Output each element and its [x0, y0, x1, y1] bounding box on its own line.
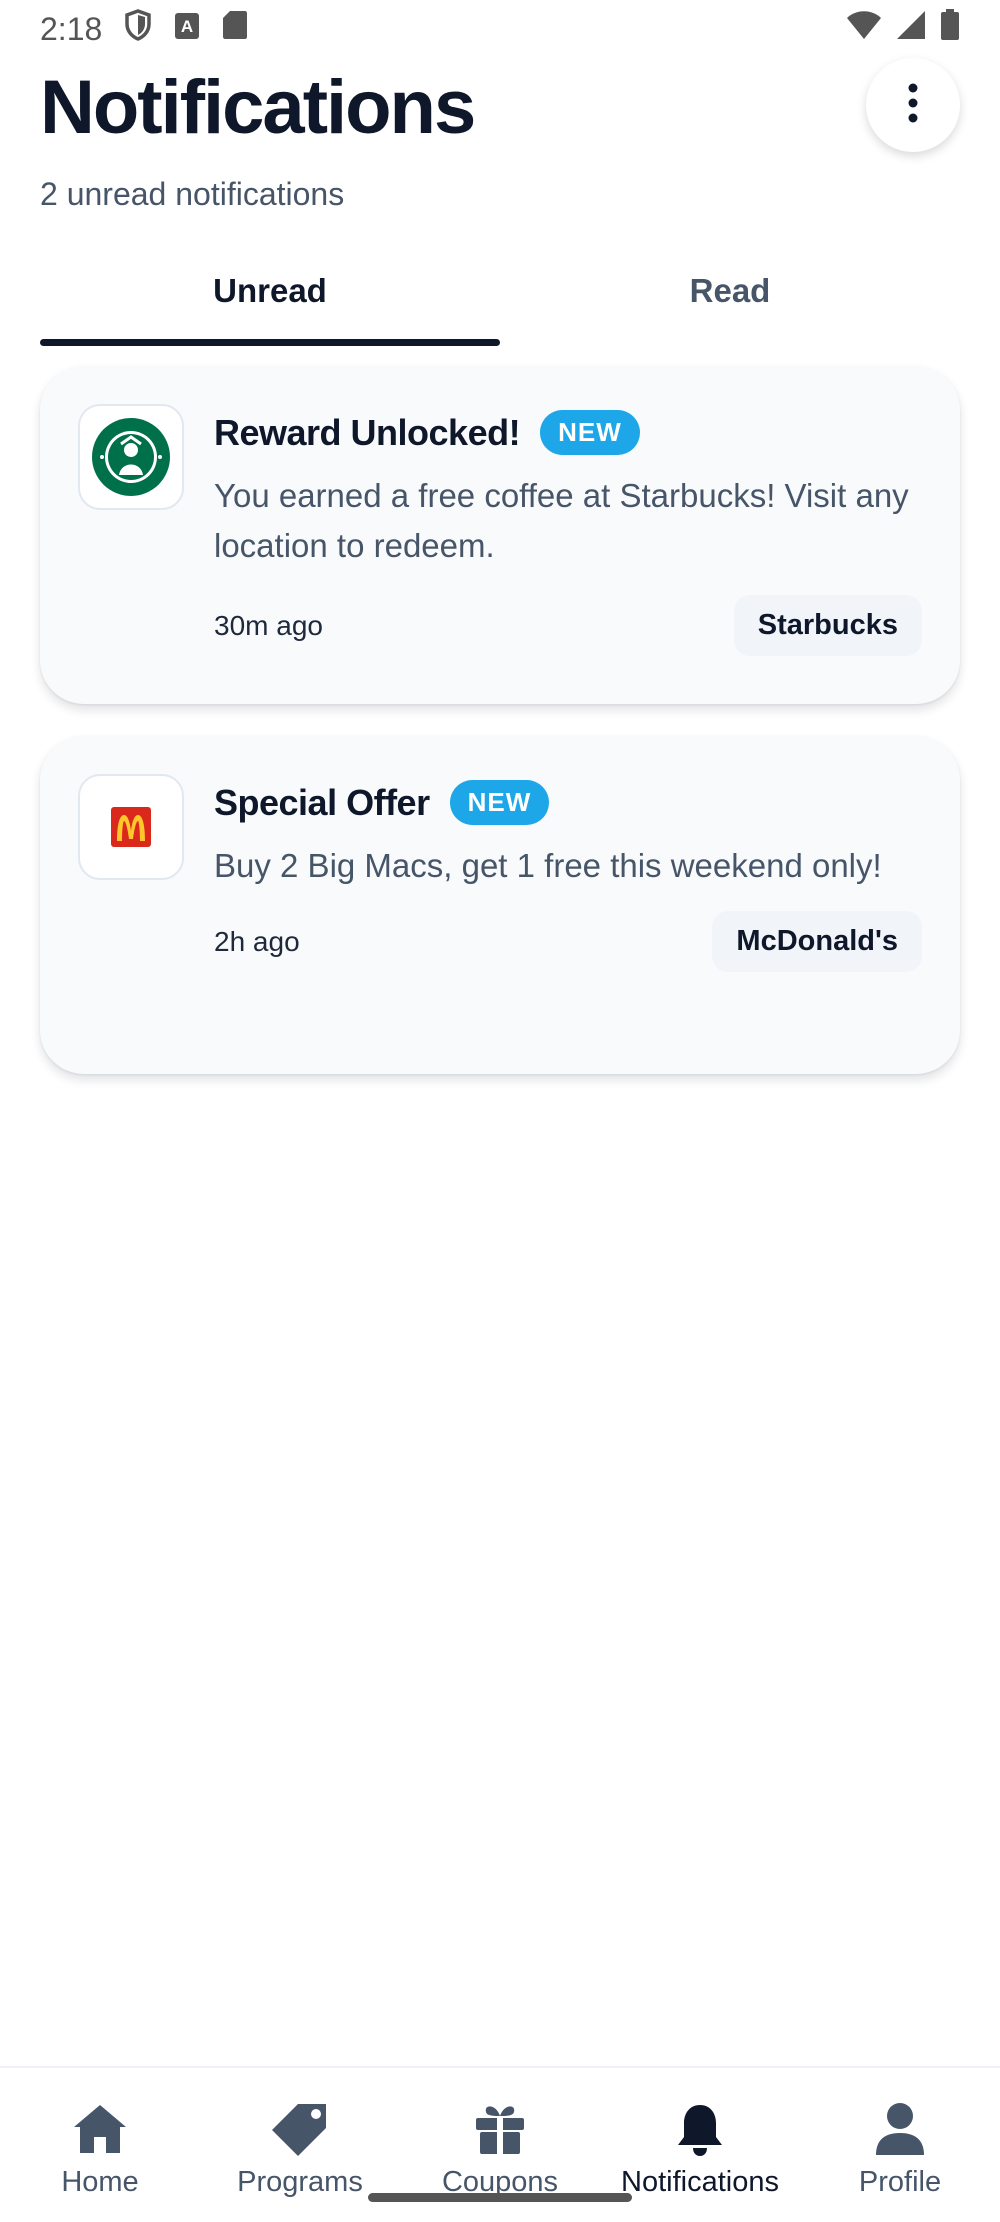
nav-label: Home: [61, 2166, 139, 2198]
notification-time: 30m ago: [214, 609, 323, 641]
page-title: Notifications: [40, 65, 476, 150]
bottom-navigation: Home Programs Coupons Notifications Prof…: [0, 2066, 1000, 2222]
starbucks-logo: [78, 404, 184, 510]
notification-content: Reward Unlocked! NEW You earned a free c…: [214, 410, 922, 656]
battery-icon: [940, 9, 960, 49]
a-icon: A: [174, 11, 200, 48]
mcdonalds-logo: [78, 774, 184, 880]
notification-card[interactable]: Reward Unlocked! NEW You earned a free c…: [40, 366, 960, 704]
shield-icon: [124, 9, 152, 49]
nav-item-profile[interactable]: Profile: [800, 2098, 1000, 2199]
store-chip-mcdonalds[interactable]: McDonald's: [712, 911, 922, 972]
tab-read[interactable]: Read: [500, 262, 960, 346]
notification-title: Special Offer: [214, 781, 430, 823]
notification-message: Buy 2 Big Macs, get 1 free this weekend …: [214, 847, 882, 884]
gesture-bar[interactable]: [368, 2193, 632, 2202]
new-badge: NEW: [449, 780, 550, 825]
home-icon: [72, 2098, 128, 2160]
tab-unread[interactable]: Unread: [40, 262, 500, 346]
nav-label: Programs: [237, 2166, 363, 2198]
svg-text:A: A: [181, 17, 193, 36]
more-options-button[interactable]: [866, 58, 960, 152]
nav-label: Notifications: [621, 2166, 779, 2198]
status-bar: 2:18 A: [0, 0, 1000, 58]
nav-item-notifications[interactable]: Notifications: [600, 2098, 800, 2199]
notification-content: Special Offer NEW Buy 2 Big Macs, get 1 …: [214, 780, 922, 972]
nav-label: Profile: [858, 2166, 942, 2198]
person-icon: [874, 2098, 926, 2160]
nav-item-programs[interactable]: Programs: [200, 2098, 400, 2199]
store-chip-starbucks[interactable]: Starbucks: [733, 595, 922, 656]
notification-title: Reward Unlocked!: [214, 411, 521, 453]
more-vertical-icon: [907, 83, 919, 128]
unread-count-text: 2 unread notifications: [40, 176, 345, 212]
tag-icon: [268, 2098, 332, 2160]
nav-item-coupons[interactable]: Coupons: [400, 2098, 600, 2199]
status-time: 2:18: [40, 10, 103, 47]
notification-card[interactable]: Special Offer NEW Buy 2 Big Macs, get 1 …: [40, 736, 960, 1074]
notification-message: You earned a free coffee at Starbucks! V…: [214, 477, 909, 564]
new-badge: NEW: [540, 410, 640, 455]
nav-item-home[interactable]: Home: [0, 2098, 200, 2199]
notification-tabs: Unread Read: [40, 262, 960, 346]
page-header: Notifications 2 unread notifications: [40, 58, 960, 213]
notification-time: 2h ago: [214, 925, 300, 957]
signal-icon: [896, 10, 926, 48]
active-tab-indicator: [40, 339, 500, 346]
bell-icon: [675, 2098, 725, 2160]
wifi-icon: [846, 10, 882, 48]
sd-card-icon: [222, 10, 248, 48]
gift-icon: [474, 2098, 526, 2160]
notifications-screen: 2:18 A Notifications 2 unread notificati…: [0, 0, 1000, 2222]
